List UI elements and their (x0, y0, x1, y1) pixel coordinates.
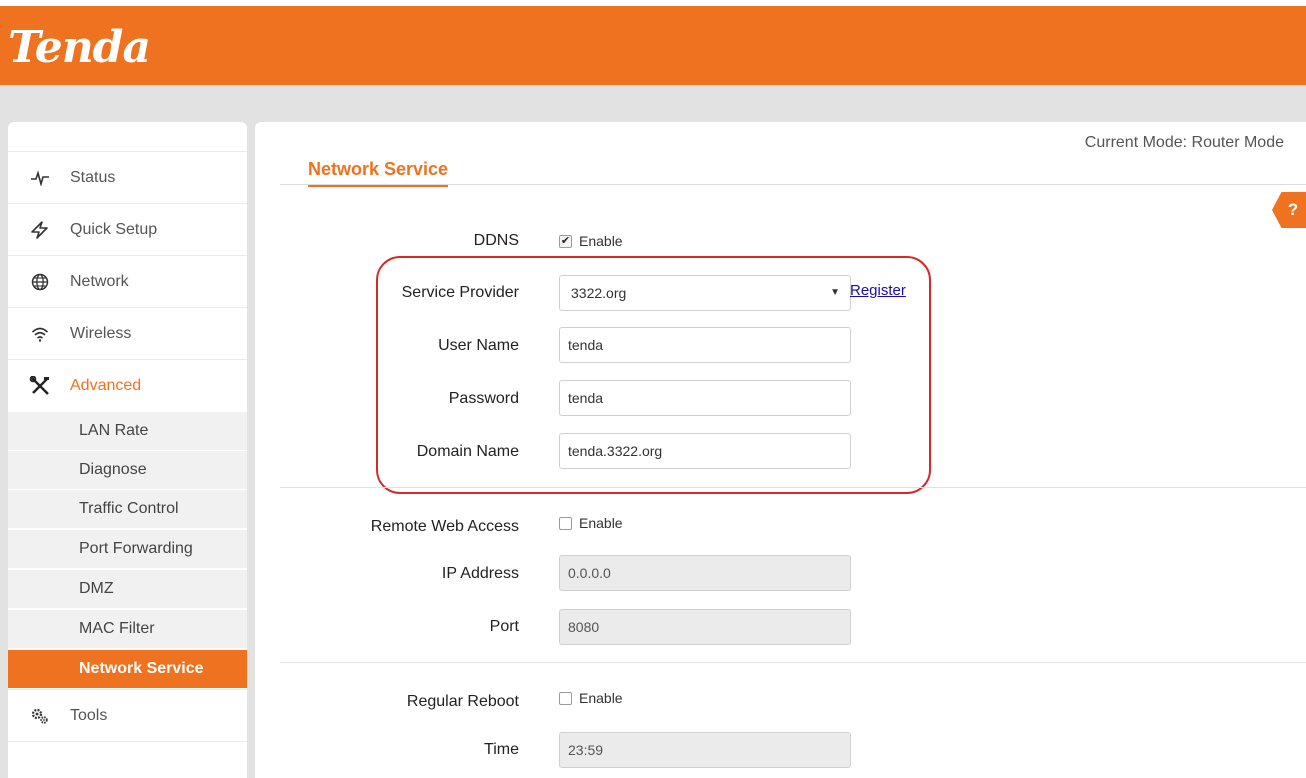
remote-web-access-enable-checkbox[interactable]: Enable (559, 515, 623, 531)
tools-icon (29, 375, 51, 396)
sidebar: Status Quick Setup Network Wireless Adva… (8, 122, 247, 778)
checkbox-icon (559, 691, 572, 705)
section-divider (280, 487, 1306, 488)
user-name-input[interactable]: tenda (559, 327, 851, 363)
wifi-icon (29, 326, 51, 342)
sidebar-divider (8, 741, 247, 742)
port-label: Port (489, 618, 519, 635)
sidebar-item-label: Wireless (70, 324, 132, 342)
ddns-enable-label: Enable (579, 233, 623, 249)
remote-web-access-enable-label: Enable (579, 515, 623, 531)
checkmark-icon: ✔ (559, 234, 572, 248)
sidebar-subitem-label: MAC Filter (79, 620, 155, 637)
section-divider (280, 662, 1306, 663)
regular-reboot-enable-label: Enable (579, 690, 623, 706)
sidebar-item-wireless[interactable]: Wireless (8, 307, 247, 359)
sidebar-subitem-diagnose[interactable]: Diagnose (8, 450, 247, 489)
service-provider-value: 3322.org (571, 285, 627, 301)
sidebar-subitem-label: Port Forwarding (79, 540, 193, 557)
sidebar-subitem-mac-filter[interactable]: MAC Filter (8, 609, 247, 648)
service-provider-select[interactable]: 3322.org ▼ (559, 275, 851, 311)
sidebar-subitem-label: DMZ (79, 580, 114, 597)
sidebar-item-label: Advanced (70, 376, 142, 394)
remote-web-access-label: Remote Web Access (370, 518, 519, 535)
sidebar-subitem-label: Diagnose (79, 461, 147, 478)
sidebar-item-advanced[interactable]: Advanced (8, 359, 247, 411)
password-label: Password (448, 390, 519, 407)
domain-name-label: Domain Name (416, 443, 519, 460)
password-input[interactable]: tenda (559, 380, 851, 416)
sidebar-subitem-label: Traffic Control (79, 500, 179, 517)
sidebar-item-tools[interactable]: Tools (8, 689, 247, 741)
top-header-bar: Tenda (0, 6, 1306, 85)
pulse-icon (29, 169, 51, 186)
ddns-label: DDNS (473, 232, 519, 249)
time-label: Time (484, 741, 519, 758)
sidebar-item-quick-setup[interactable]: Quick Setup (8, 203, 247, 255)
sidebar-subitem-network-service[interactable]: Network Service (8, 649, 247, 688)
help-button[interactable]: ? (1272, 192, 1306, 228)
lightning-icon (29, 220, 51, 239)
gears-icon (29, 707, 51, 725)
main-content-panel: Current Mode: Router Mode Network Servic… (255, 122, 1306, 778)
ddns-enable-checkbox[interactable]: ✔ Enable (559, 233, 623, 249)
time-input[interactable]: 23:59 (559, 732, 851, 768)
sidebar-item-label: Quick Setup (70, 220, 158, 238)
port-input[interactable]: 8080 (559, 609, 851, 645)
checkbox-icon (559, 516, 572, 530)
sidebar-subitem-label: Network Service (79, 660, 204, 677)
sidebar-subitem-port-forwarding[interactable]: Port Forwarding (8, 529, 247, 568)
sidebar-subitem-traffic-control[interactable]: Traffic Control (8, 489, 247, 528)
sidebar-item-label: Status (70, 168, 116, 186)
ip-address-input[interactable]: 0.0.0.0 (559, 555, 851, 591)
ip-address-label: IP Address (441, 565, 519, 582)
page-title: Network Service (308, 159, 449, 187)
sidebar-item-status[interactable]: Status (8, 151, 247, 203)
regular-reboot-label: Regular Reboot (406, 693, 519, 710)
globe-icon (29, 273, 51, 291)
title-divider (280, 184, 1306, 185)
dropdown-arrow-icon: ▼ (830, 287, 840, 298)
sidebar-item-label: Tools (70, 706, 108, 724)
register-link[interactable]: Register (850, 282, 906, 299)
user-name-label: User Name (438, 337, 519, 354)
sidebar-subitem-dmz[interactable]: DMZ (8, 569, 247, 608)
sidebar-item-network[interactable]: Network (8, 255, 247, 307)
regular-reboot-enable-checkbox[interactable]: Enable (559, 690, 623, 706)
sidebar-subitem-label: LAN Rate (79, 422, 149, 439)
sidebar-item-label: Network (70, 272, 129, 290)
service-provider-label: Service Provider (401, 284, 519, 301)
sidebar-subitem-lan-rate[interactable]: LAN Rate (8, 411, 247, 450)
current-mode-text: Current Mode: Router Mode (1084, 134, 1284, 151)
domain-name-input[interactable]: tenda.3322.org (559, 433, 851, 469)
tenda-logo: Tenda (8, 22, 151, 73)
